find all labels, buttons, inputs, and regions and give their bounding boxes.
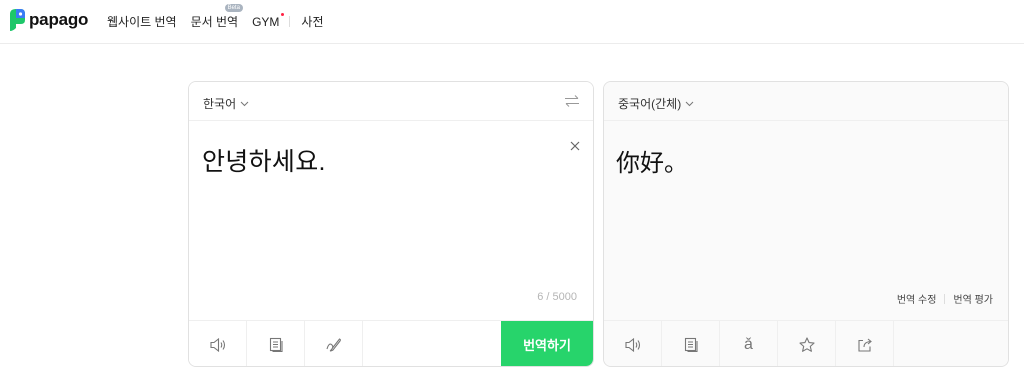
nav-dictionary[interactable]: 사전 [301, 13, 323, 30]
speaker-icon [624, 337, 640, 352]
copy-icon [269, 337, 283, 352]
target-language-select[interactable]: 중국어(간체) [618, 95, 694, 112]
target-language-label: 중국어(간체) [618, 97, 682, 111]
nav-document-translate-label: 문서 번역 [190, 15, 239, 29]
logo-text: papago [29, 10, 89, 29]
nav-gym[interactable]: GYM [252, 12, 285, 29]
source-copy-button[interactable] [247, 321, 305, 366]
link-divider [944, 293, 946, 304]
share-button[interactable] [836, 321, 894, 366]
source-panel-header: 한국어 [189, 82, 593, 121]
star-icon [798, 336, 815, 352]
handwriting-button[interactable] [305, 321, 363, 366]
chevron-down-icon [685, 101, 694, 106]
source-language-select[interactable]: 한국어 [203, 95, 249, 112]
rate-translation-link[interactable]: 번역 평가 [953, 291, 993, 306]
translation-output: 你好。 [616, 150, 688, 177]
copy-icon [684, 337, 698, 352]
source-panel: 한국어 안녕하세요. 6 / 5000 번역하기 [188, 81, 594, 367]
beta-badge: Beta [224, 4, 243, 12]
favorite-button[interactable] [778, 321, 836, 366]
target-toolbar: ǎ [604, 320, 1008, 366]
nav-document-translate[interactable]: 문서 번역 Beta [190, 4, 243, 30]
top-header: papago 웹사이트 번역 문서 번역 Beta GYM 사전 [0, 0, 1024, 44]
speaker-icon [209, 337, 225, 352]
nav-gym-label: GYM [252, 14, 280, 29]
chevron-down-icon [240, 101, 249, 106]
share-icon [857, 338, 872, 352]
edit-translation-link[interactable]: 번역 수정 [897, 291, 937, 306]
target-copy-button[interactable] [662, 321, 720, 366]
new-indicator-dot [281, 12, 285, 16]
translation-feedback-links: 번역 수정 번역 평가 [897, 291, 993, 306]
target-listen-button[interactable] [604, 321, 662, 366]
source-listen-button[interactable] [189, 321, 247, 366]
translate-button[interactable]: 번역하기 [501, 321, 593, 366]
main-nav: 웹사이트 번역 문서 번역 Beta GYM 사전 [107, 4, 324, 30]
pinyin-icon: ǎ [744, 335, 753, 353]
target-panel-header: 중국어(간체) [604, 82, 1008, 121]
source-language-label: 한국어 [203, 97, 237, 111]
source-text-input[interactable]: 안녕하세요. [202, 142, 326, 178]
papago-logo-icon [10, 9, 25, 31]
nav-website-translate[interactable]: 웹사이트 번역 [107, 13, 177, 30]
handwriting-icon [325, 337, 341, 352]
nav-divider [289, 16, 291, 27]
target-panel: 중국어(간체) 你好。 번역 수정 번역 평가 ǎ [603, 81, 1009, 367]
swap-languages-icon[interactable] [564, 94, 580, 108]
character-count: 6 / 5000 [537, 291, 577, 303]
papago-logo[interactable]: papago [8, 8, 88, 32]
pinyin-button[interactable]: ǎ [720, 321, 778, 366]
close-icon[interactable] [569, 140, 581, 152]
source-toolbar: 번역하기 [189, 320, 593, 366]
